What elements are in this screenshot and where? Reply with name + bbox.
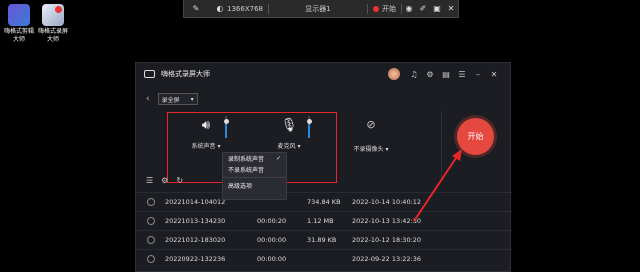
file-name: 20221012-183020 xyxy=(165,236,226,244)
camera-off-icon[interactable]: ⊘ xyxy=(346,118,396,138)
mode-select[interactable]: 录全屏 ▾ xyxy=(157,93,198,105)
file-size: 31.89 KB xyxy=(307,236,337,244)
pin-icon[interactable]: ✎ xyxy=(189,4,203,13)
file-name: 20220922-132236 xyxy=(165,255,226,263)
dropdown-item-no-system-audio[interactable]: 不录系统声音 xyxy=(223,164,286,175)
desktop-icon-label: 嗨格式剪辑大师 xyxy=(3,28,34,43)
row-checkbox[interactable] xyxy=(147,198,155,206)
microphone-icon[interactable]: 🎙︎ xyxy=(259,113,319,137)
avatar[interactable] xyxy=(388,68,400,80)
file-duration: 00:00:20 xyxy=(257,217,287,225)
brush-icon[interactable]: ✐ xyxy=(416,4,430,13)
list-view-icon[interactable]: ☰ xyxy=(146,176,153,185)
desktop-icon-video-editor[interactable]: 嗨格式剪辑大师 xyxy=(2,4,36,44)
table-row[interactable]: 20221012-183020 00:00:00 31.89 KB 2022-1… xyxy=(136,230,512,249)
file-size: 1.12 MB xyxy=(307,217,334,225)
video-editor-icon xyxy=(8,4,30,26)
file-duration: 00:00:00 xyxy=(257,255,287,263)
minimize-icon[interactable]: – xyxy=(470,70,486,79)
file-duration: 00:00:00 xyxy=(257,236,287,244)
file-date: 2022-10-12 18:30:20 xyxy=(352,236,422,244)
file-date: 2022-09-22 13:22:36 xyxy=(352,255,422,263)
app-logo-icon xyxy=(144,70,155,78)
record-label: 开始 xyxy=(382,4,396,13)
bell-icon[interactable]: ♫ xyxy=(406,70,422,79)
speaker-icon[interactable]: 🔊︎ xyxy=(176,113,236,137)
list-toolbar: ☰ ⚙ ↻ xyxy=(146,176,191,185)
file-size: 734.84 KB xyxy=(307,198,341,206)
system-audio-dropdown: 录制系统声音 ✓ 不录系统声音 高级选项 xyxy=(222,152,287,200)
resolution-label: 1366X768 xyxy=(227,4,263,13)
mic-label[interactable]: 麦克风 ▾ xyxy=(259,141,319,150)
close-icon[interactable]: ✕ xyxy=(444,4,458,13)
record-dot-icon xyxy=(373,5,379,12)
camera-icon[interactable]: ▣ xyxy=(430,4,444,13)
table-row[interactable]: 20220922-132236 00:00:00 2022-09-22 13:2… xyxy=(136,249,512,268)
chevron-down-icon: ▾ xyxy=(385,146,389,153)
row-checkbox[interactable] xyxy=(147,217,155,225)
desktop-icon-screen-recorder[interactable]: 嗨格式录屏大师 xyxy=(36,4,70,44)
close-icon[interactable]: ✕ xyxy=(486,70,502,79)
chevron-down-icon: ▾ xyxy=(297,143,301,150)
settings-icon[interactable]: ⚙ xyxy=(161,176,168,185)
row-checkbox[interactable] xyxy=(147,255,155,263)
system-audio-volume-slider[interactable] xyxy=(223,116,229,138)
annotation-arrow xyxy=(413,149,462,222)
recording-toolbar: ✎ ◐ 1366X768 显示器1 开始 ◉ ✐ ▣ ✕ xyxy=(183,0,459,18)
mic-volume-slider[interactable] xyxy=(306,116,312,138)
camera-control[interactable]: ⊘ 不录摄像头 ▾ xyxy=(346,118,396,153)
stop-icon[interactable]: ◉ xyxy=(402,4,416,13)
clipboard-icon[interactable]: ▤ xyxy=(438,70,454,79)
chevron-down-icon: ▾ xyxy=(217,143,221,150)
menu-icon[interactable]: ☰ xyxy=(454,70,470,79)
screen-recorder-icon xyxy=(42,4,64,26)
refresh-icon[interactable]: ↻ xyxy=(176,176,183,185)
system-audio-label[interactable]: 系统声音 ▾ xyxy=(176,141,236,150)
camera-label[interactable]: 不录摄像头 ▾ xyxy=(346,144,396,153)
divider xyxy=(223,177,286,178)
check-icon: ✓ xyxy=(275,155,281,162)
row-checkbox[interactable] xyxy=(147,236,155,244)
brightness-icon[interactable]: ◐ xyxy=(213,4,227,13)
title-bar: 嗨格式录屏大师 ♫ ⚙ ▤ ☰ – ✕ xyxy=(136,63,510,85)
app-title: 嗨格式录屏大师 xyxy=(161,70,210,78)
file-name: 20221013-134230 xyxy=(165,217,226,225)
toolbar-record-button[interactable]: 开始 xyxy=(368,0,401,17)
dropdown-item-record-system-audio[interactable]: 录制系统声音 ✓ xyxy=(223,153,286,164)
dropdown-item-advanced[interactable]: 高级选项 xyxy=(223,180,286,191)
settings-icon[interactable]: ⚙ xyxy=(422,70,438,79)
chevron-down-icon: ▾ xyxy=(190,95,194,103)
desktop-icon-label: 嗨格式录屏大师 xyxy=(37,28,68,43)
display-label: 显示器1 xyxy=(305,4,331,13)
mode-select-value: 录全屏 xyxy=(161,96,180,104)
mode-bar: ‹ 录全屏 ▾ xyxy=(146,93,198,105)
back-icon[interactable]: ‹ xyxy=(146,94,150,104)
